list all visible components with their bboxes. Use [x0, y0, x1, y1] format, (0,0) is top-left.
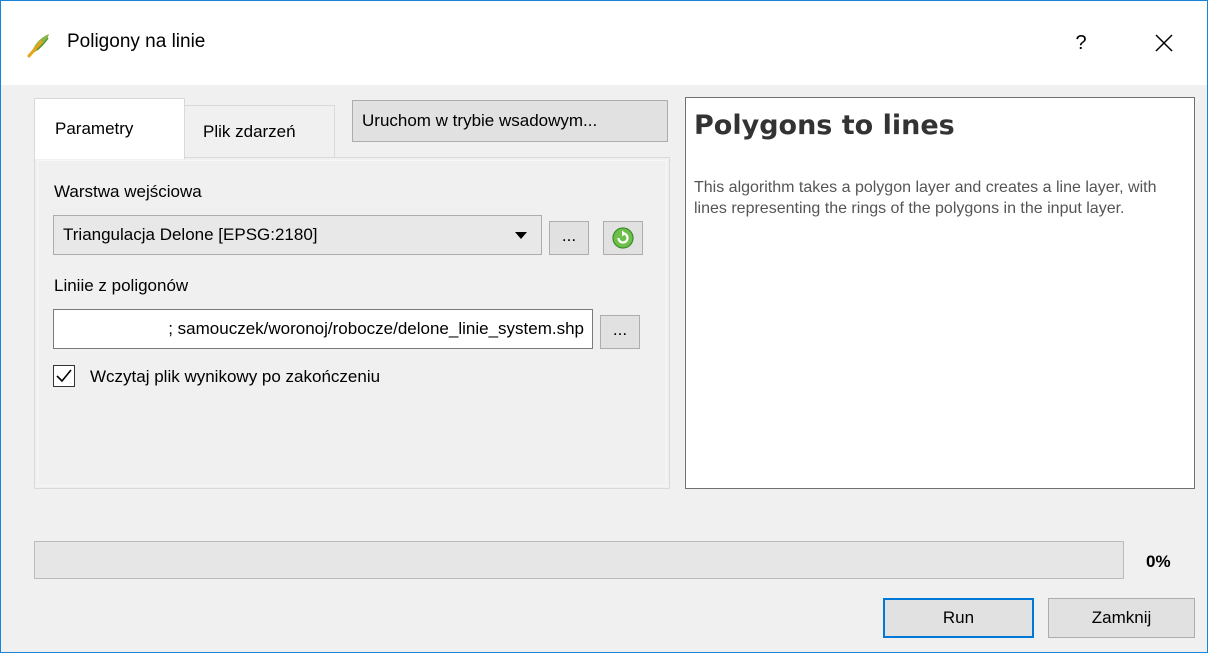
input-layer-select[interactable]: Triangulacja Delone [EPSG:2180] [53, 215, 542, 255]
iterate-features-button[interactable] [603, 221, 643, 255]
progress-percent: 0% [1146, 552, 1171, 571]
help-title: Polygons to lines [694, 110, 955, 141]
chevron-down-icon [515, 232, 527, 239]
output-file-value: ; samouczek/woronoj/robocze/delone_linie… [168, 319, 584, 338]
close-dialog-button[interactable]: Zamknij [1048, 598, 1195, 638]
help-button[interactable]: ? [1061, 23, 1101, 63]
title-bar: Poligony na linie ? [1, 1, 1207, 85]
window-title: Poligony na linie [67, 31, 206, 52]
output-browse-button[interactable]: ... [600, 315, 640, 349]
input-layer-browse-button[interactable]: ... [549, 221, 589, 255]
progress-bar [34, 541, 1124, 579]
refresh-icon [612, 227, 634, 249]
help-description: This algorithm takes a polygon layer and… [694, 179, 1157, 217]
tab-parametry[interactable]: Parametry [34, 98, 185, 159]
tab-parametry-label: Parametry [55, 119, 134, 138]
help-panel: Polygons to lines This algorithm takes a… [685, 97, 1195, 489]
output-file-input[interactable]: ; samouczek/woronoj/robocze/delone_linie… [53, 309, 593, 349]
load-result-label: Wczytaj plik wynikowy po zakończeniu [90, 367, 381, 386]
run-button[interactable]: Run [883, 598, 1034, 638]
close-button[interactable] [1139, 23, 1189, 63]
tab-plik-zdarzen-label: Plik zdarzeń [203, 122, 296, 141]
checkmark-icon [56, 369, 72, 383]
close-icon [1155, 34, 1173, 52]
dialog-window: Poligony na linie ? Parametry Plik zdarz… [0, 0, 1208, 653]
output-label: Liniie z poligonów [54, 276, 189, 295]
load-result-checkbox[interactable] [53, 365, 75, 387]
input-layer-label: Warstwa wejściowa [54, 182, 202, 201]
tab-plik-zdarzen[interactable]: Plik zdarzeń [183, 105, 335, 157]
batch-mode-button[interactable]: Uruchom w trybie wsadowym... [352, 100, 668, 142]
input-layer-value: Triangulacja Delone [EPSG:2180] [63, 225, 318, 244]
qgis-icon [27, 34, 49, 58]
